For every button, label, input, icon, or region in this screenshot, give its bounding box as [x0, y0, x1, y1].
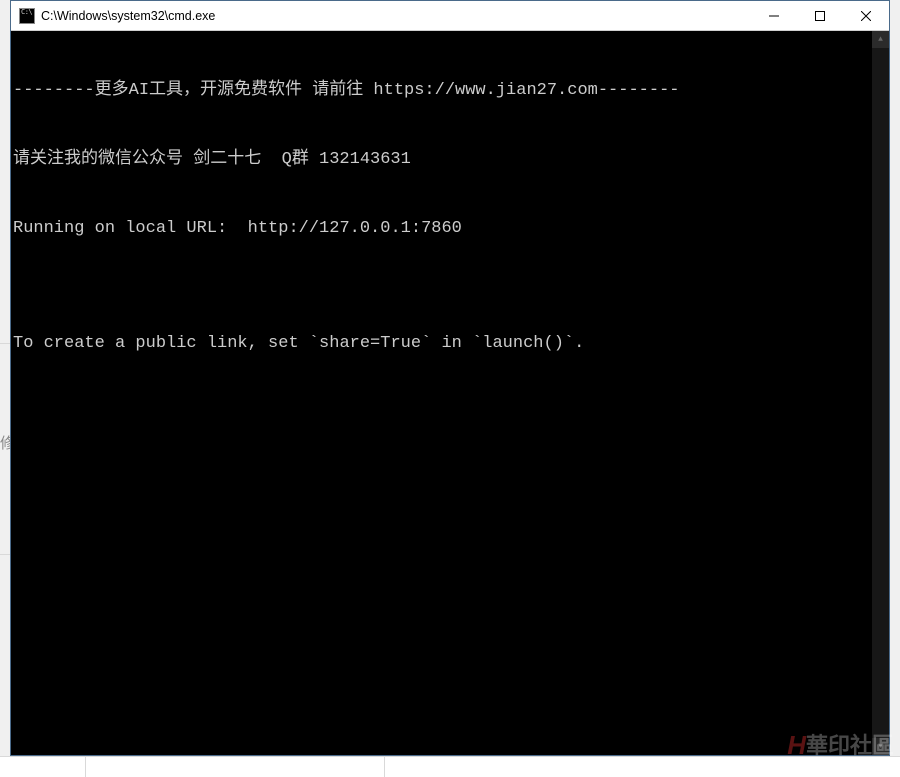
cmd-app-icon: [19, 8, 35, 24]
titlebar[interactable]: C:\Windows\system32\cmd.exe: [11, 1, 889, 31]
background-separator: [85, 757, 86, 777]
terminal-area[interactable]: --------更多AI工具，开源免费软件 请前往 https://www.ji…: [11, 31, 889, 755]
terminal-scrollbar[interactable]: ▲ ▼: [872, 31, 889, 755]
window-title: C:\Windows\system32\cmd.exe: [41, 9, 751, 23]
scrollbar-down-arrow-icon[interactable]: ▼: [872, 738, 889, 755]
scrollbar-up-arrow-icon[interactable]: ▲: [872, 31, 889, 48]
minimize-icon: [769, 11, 779, 21]
terminal-line: To create a public link, set `share=True…: [13, 332, 887, 355]
background-bottom-strip: [0, 756, 900, 777]
close-icon: [861, 11, 871, 21]
window-controls: [751, 1, 889, 30]
terminal-line: Running on local URL: http://127.0.0.1:7…: [13, 217, 887, 240]
cmd-window: C:\Windows\system32\cmd.exe --------更多AI…: [10, 0, 890, 756]
background-separator: [384, 757, 385, 777]
minimize-button[interactable]: [751, 1, 797, 30]
terminal-line: 请关注我的微信公众号 剑二十七 Q群 132143631: [13, 148, 887, 171]
maximize-icon: [815, 11, 825, 21]
background-divider: [0, 343, 10, 344]
close-button[interactable]: [843, 1, 889, 30]
terminal-line: --------更多AI工具，开源免费软件 请前往 https://www.ji…: [13, 79, 887, 102]
background-divider: [0, 554, 10, 555]
maximize-button[interactable]: [797, 1, 843, 30]
scrollbar-track[interactable]: [872, 48, 889, 738]
